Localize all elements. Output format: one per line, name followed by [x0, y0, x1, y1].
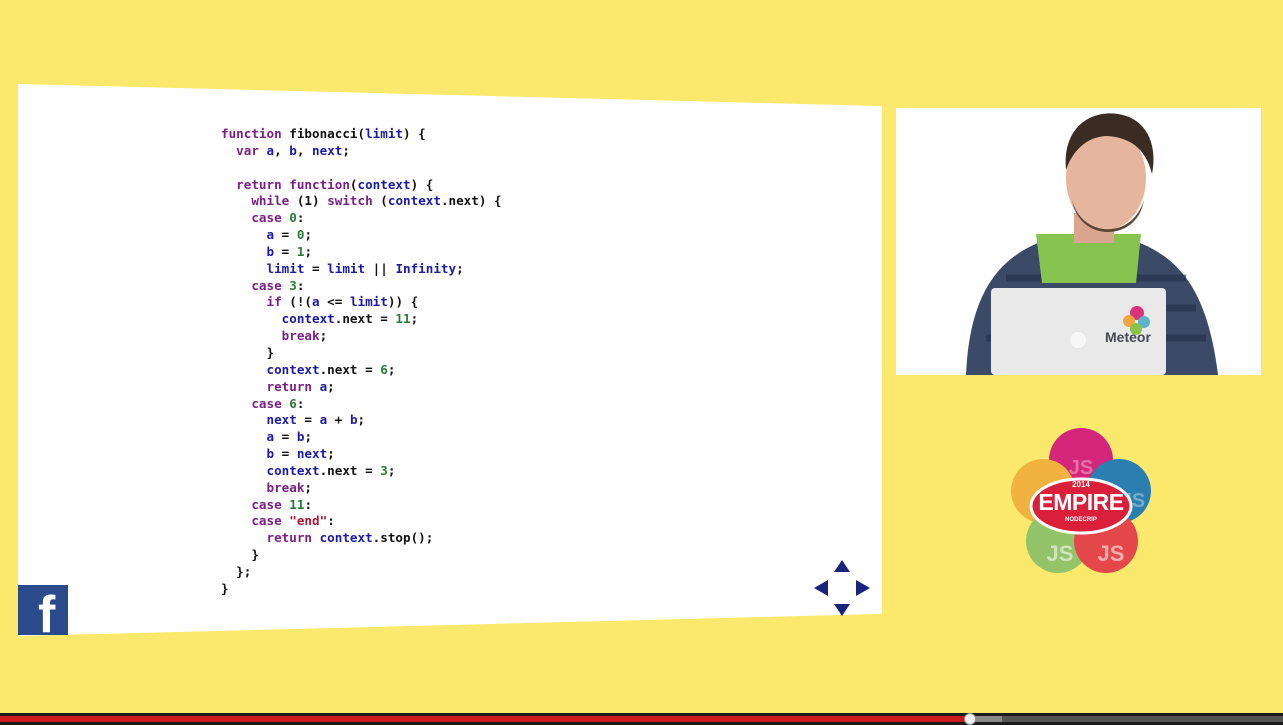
code-line: var a, b, next;: [236, 142, 350, 158]
code-line: b = 1;: [266, 243, 313, 259]
nav-up-arrow-icon[interactable]: [834, 560, 850, 572]
scrubber-handle[interactable]: [963, 713, 976, 725]
code-line: a = b;: [266, 429, 313, 445]
code-line: }: [221, 580, 229, 596]
code-line: if (!(a <= limit)) {: [266, 294, 419, 310]
code-listing: function fibonacci(limit) { var a, b, ne…: [221, 126, 502, 598]
logo-name: EMPIRE: [1038, 489, 1124, 515]
presenter-image: [896, 108, 1261, 375]
code-line: };: [221, 563, 252, 579]
facebook-icon: f: [38, 586, 56, 635]
apple-icon: [1070, 332, 1086, 348]
code-line: case 3:: [251, 277, 305, 293]
code-line: break;: [266, 479, 313, 495]
code-line: context.next = 6;: [266, 361, 396, 377]
code-line: case "end":: [251, 513, 335, 529]
code-line: function fibonacci(limit) {: [221, 126, 426, 141]
code-line: context.next = 3;: [266, 462, 396, 478]
code-line: }: [221, 344, 275, 360]
js-mark: JS: [1098, 541, 1125, 566]
code-line: next = a + b;: [266, 412, 366, 428]
progress-played: [0, 716, 970, 722]
code-line: return function(context) {: [236, 176, 434, 192]
js-mark: JS: [1047, 541, 1074, 566]
code-line: a = 0;: [266, 227, 313, 243]
logo-subtitle: NODECRIP: [1065, 517, 1097, 523]
presentation-slide: function fibonacci(limit) { var a, b, ne…: [18, 84, 882, 636]
code-line: }: [221, 547, 259, 563]
presenter-video: Meteor: [896, 108, 1261, 375]
conference-logo: JS JS JS JS 2014 EMPIRE NODECRIP: [1003, 423, 1159, 583]
video-progress-bar[interactable]: [0, 713, 1283, 725]
nav-left-arrow-icon[interactable]: [814, 580, 828, 596]
code-line: break;: [281, 328, 328, 344]
code-line: context.next = 11;: [281, 311, 419, 327]
code-line: case 0:: [251, 210, 305, 226]
code-line: b = next;: [266, 446, 335, 462]
code-line: return a;: [266, 378, 335, 394]
progress-remaining: [1002, 716, 1283, 722]
slide-navigation-arrows[interactable]: [814, 560, 870, 616]
code-line: limit = limit || Infinity;: [266, 260, 464, 276]
laptop-brand-label: Meteor: [1105, 329, 1151, 345]
nav-right-arrow-icon[interactable]: [856, 580, 870, 596]
code-line: case 11:: [251, 496, 313, 512]
code-line: while (1) switch (context.next) {: [251, 193, 502, 209]
facebook-badge[interactable]: f: [18, 585, 68, 635]
js-mark: JS: [1069, 457, 1093, 479]
code-line: case 6:: [251, 395, 305, 411]
code-line: return context.stop();: [266, 530, 434, 546]
nav-down-arrow-icon[interactable]: [834, 604, 850, 616]
logo-year: 2014: [1072, 480, 1090, 489]
